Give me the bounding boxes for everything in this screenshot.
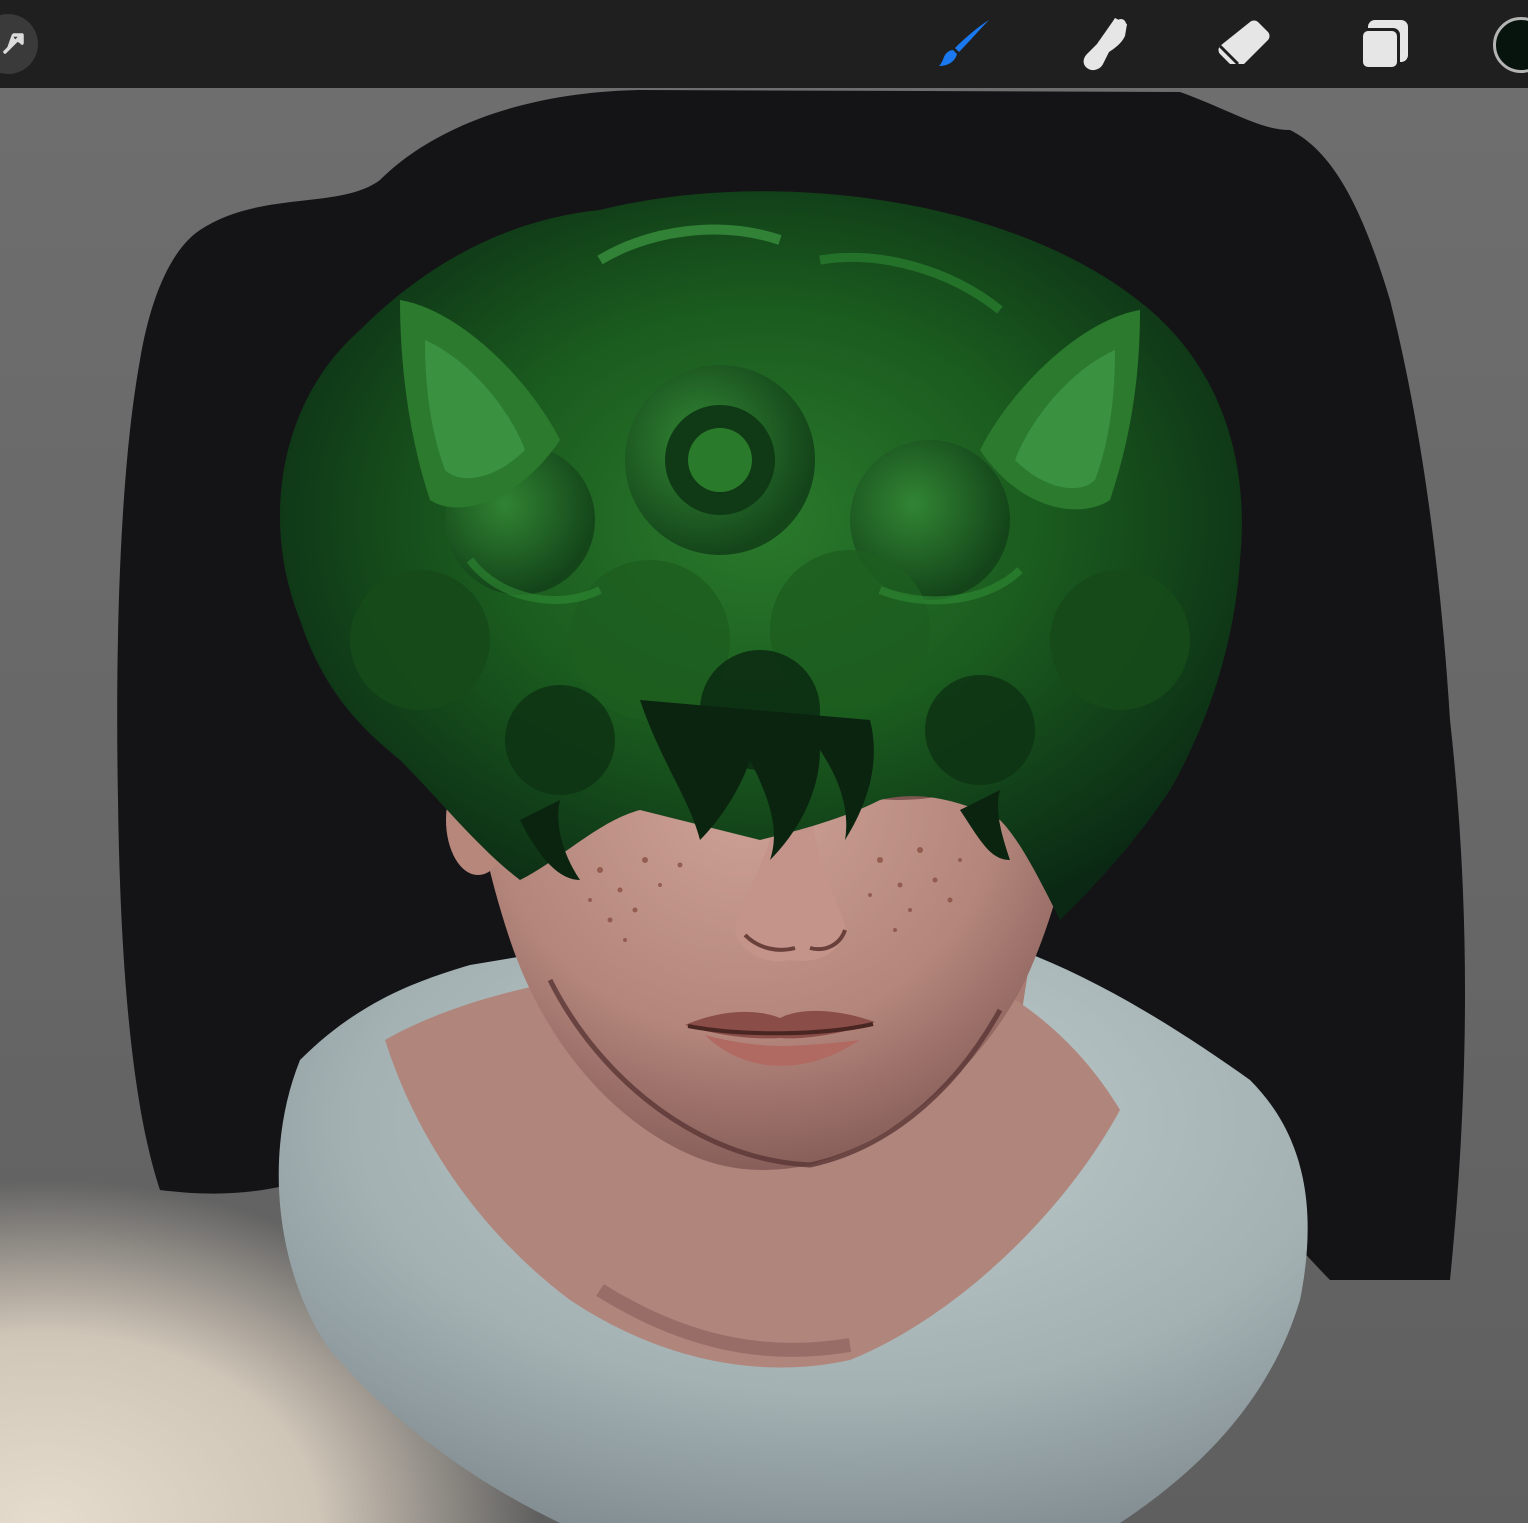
brush-button[interactable] (935, 14, 995, 74)
smudge-icon (1075, 14, 1135, 74)
smudge-button[interactable] (1075, 14, 1135, 74)
layers-icon (1354, 14, 1414, 74)
eraser-icon (1214, 14, 1274, 74)
eraser-button[interactable] (1214, 14, 1274, 74)
painting-artwork (0, 88, 1528, 1523)
drawing-canvas[interactable] (0, 88, 1528, 1523)
brush-icon (935, 14, 995, 74)
procreate-app (0, 0, 1528, 1523)
top-toolbar (0, 0, 1528, 88)
transform-arrow-icon (2, 29, 28, 59)
transform-button[interactable] (0, 14, 38, 74)
current-color-swatch[interactable] (1493, 17, 1528, 73)
layers-button[interactable] (1354, 14, 1414, 74)
